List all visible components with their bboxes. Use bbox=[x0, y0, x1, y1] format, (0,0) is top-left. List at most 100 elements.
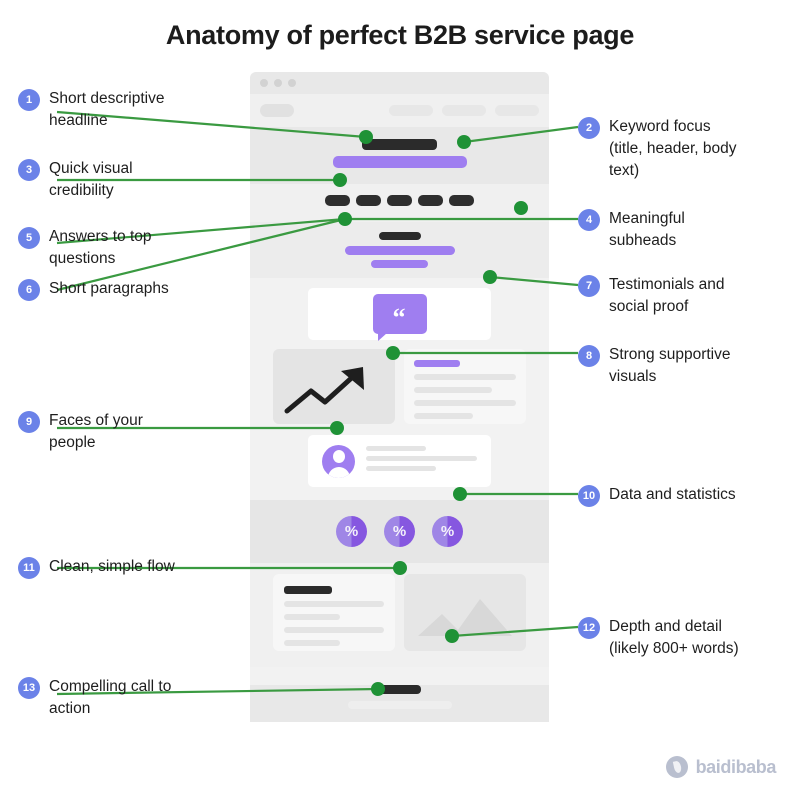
browser-dot-icon bbox=[274, 79, 282, 87]
callout-badge: 6 bbox=[18, 279, 40, 301]
callout-3[interactable]: 3 Quick visual credibility bbox=[18, 158, 133, 202]
subhead-section bbox=[250, 222, 549, 278]
depth-text-line bbox=[347, 701, 452, 709]
callout-label: Quick visual credibility bbox=[49, 160, 133, 199]
people-card-text bbox=[366, 446, 477, 476]
callout-7[interactable]: 7 Testimonials and social proof bbox=[578, 274, 724, 318]
client-logo-placeholder bbox=[325, 195, 350, 206]
infographic-root: Anatomy of perfect B2B service page “ % … bbox=[0, 0, 800, 800]
callout-badge: 8 bbox=[578, 345, 600, 367]
browser-chrome-bar bbox=[250, 72, 549, 94]
people-card bbox=[308, 435, 491, 487]
callout-badge: 11 bbox=[18, 557, 40, 579]
body-section: “ bbox=[250, 288, 549, 500]
card-text-line bbox=[414, 374, 516, 380]
callout-badge: 10 bbox=[578, 485, 600, 507]
upward-arrow-icon bbox=[284, 367, 364, 414]
callout-badge: 2 bbox=[578, 117, 600, 139]
callout-8[interactable]: 8 Strong supportive visuals bbox=[578, 344, 731, 388]
callout-label: Faces of your people bbox=[49, 412, 143, 451]
card-heading-bar bbox=[414, 360, 460, 367]
browser-dot-icon bbox=[288, 79, 296, 87]
callout-label: Data and statistics bbox=[609, 486, 736, 503]
percent-stat-icon: % bbox=[432, 516, 463, 547]
callout-label: Compelling call to action bbox=[49, 678, 172, 717]
card-heading-bar bbox=[284, 586, 332, 594]
hero-headline-bar bbox=[362, 139, 437, 150]
subhead-keyword-bar bbox=[344, 246, 455, 255]
callout-label: Short descriptive headline bbox=[49, 90, 165, 129]
callout-label: Answers to top questions bbox=[49, 228, 152, 267]
percent-glyph: % bbox=[392, 523, 407, 540]
visual-text-card bbox=[404, 349, 526, 424]
card-text-line bbox=[284, 640, 340, 646]
site-logo-placeholder bbox=[260, 104, 294, 117]
callout-badge: 7 bbox=[578, 275, 600, 297]
callout-badge: 5 bbox=[18, 227, 40, 249]
callout-badge: 1 bbox=[18, 89, 40, 111]
browser-dot-icon bbox=[260, 79, 268, 87]
callout-label: Clean, simple flow bbox=[49, 558, 175, 575]
callout-badge: 9 bbox=[18, 411, 40, 433]
card-text-line bbox=[414, 387, 492, 393]
page-title: Anatomy of perfect B2B service page bbox=[165, 20, 635, 50]
callout-label: Testimonials and social proof bbox=[609, 276, 725, 315]
statistics-section: % % % bbox=[250, 500, 549, 563]
supportive-visuals-row bbox=[250, 349, 549, 424]
callout-9[interactable]: 9 Faces of your people bbox=[18, 410, 143, 454]
subhead-title-bar bbox=[378, 232, 421, 240]
image-placeholder bbox=[404, 574, 526, 651]
callout-12[interactable]: 12 Depth and detail (likely 800+ words) bbox=[578, 616, 739, 660]
callout-badge: 4 bbox=[578, 209, 600, 231]
callout-4[interactable]: 4 Meaningful subheads bbox=[578, 208, 685, 252]
callout-13[interactable]: 13 Compelling call to action bbox=[18, 676, 171, 720]
callout-2[interactable]: 2 Keyword focus (title, header, body tex… bbox=[578, 116, 737, 182]
subhead-keyword-bar-short bbox=[371, 260, 428, 268]
credibility-logos-section bbox=[250, 184, 549, 222]
nav-link-placeholder[interactable] bbox=[495, 105, 539, 116]
person-avatar-icon bbox=[322, 444, 355, 478]
callout-5[interactable]: 5 Answers to top questions bbox=[18, 226, 152, 270]
flow-row bbox=[250, 563, 549, 651]
card-text-line bbox=[414, 400, 516, 406]
brand-logo: baidibaba bbox=[665, 756, 777, 778]
callout-label: Depth and detail (likely 800+ words) bbox=[609, 618, 739, 657]
quote-bubble-icon: “ bbox=[372, 294, 427, 341]
callout-6[interactable]: 6 Short paragraphs bbox=[18, 278, 169, 301]
avatar-head-shape bbox=[332, 449, 345, 463]
nav-link-placeholder[interactable] bbox=[389, 105, 433, 116]
card-text-line bbox=[366, 446, 426, 451]
percent-stat-icon: % bbox=[384, 516, 415, 547]
card-text-line bbox=[366, 466, 436, 471]
client-logo-placeholder bbox=[418, 195, 443, 206]
logo-row bbox=[250, 184, 549, 206]
flow-text-card bbox=[273, 574, 395, 651]
callout-10[interactable]: 10 Data and statistics bbox=[578, 484, 736, 507]
stat-circles-row: % % % bbox=[250, 500, 549, 547]
callout-badge: 13 bbox=[18, 677, 40, 699]
growth-chart-graphic bbox=[273, 349, 395, 424]
hero-section bbox=[250, 127, 549, 184]
nav-link-placeholder[interactable] bbox=[442, 105, 486, 116]
website-mockup: “ % % % bbox=[250, 72, 549, 722]
card-text-line bbox=[284, 614, 340, 620]
card-text-line bbox=[366, 456, 477, 461]
depth-section bbox=[250, 685, 549, 722]
callout-11[interactable]: 11 Clean, simple flow bbox=[18, 556, 175, 579]
callout-label: Keyword focus (title, header, body text) bbox=[609, 118, 737, 179]
callout-label: Meaningful subheads bbox=[609, 210, 685, 249]
percent-glyph: % bbox=[440, 523, 455, 540]
brand-name: baidibaba bbox=[695, 756, 777, 777]
hero-keyword-bar bbox=[332, 156, 467, 168]
testimonial-card: “ bbox=[308, 288, 491, 341]
nav-links-group bbox=[389, 105, 539, 116]
callout-1[interactable]: 1 Short descriptive headline bbox=[18, 88, 164, 132]
percent-glyph: % bbox=[344, 523, 359, 540]
callout-badge: 3 bbox=[18, 159, 40, 181]
flame-icon bbox=[665, 756, 688, 778]
client-logo-placeholder bbox=[449, 195, 474, 206]
card-text-line bbox=[414, 413, 474, 419]
depth-heading-bar bbox=[378, 685, 421, 694]
callout-label: Strong supportive visuals bbox=[609, 346, 731, 385]
quote-mark-glyph: “ bbox=[392, 302, 407, 332]
